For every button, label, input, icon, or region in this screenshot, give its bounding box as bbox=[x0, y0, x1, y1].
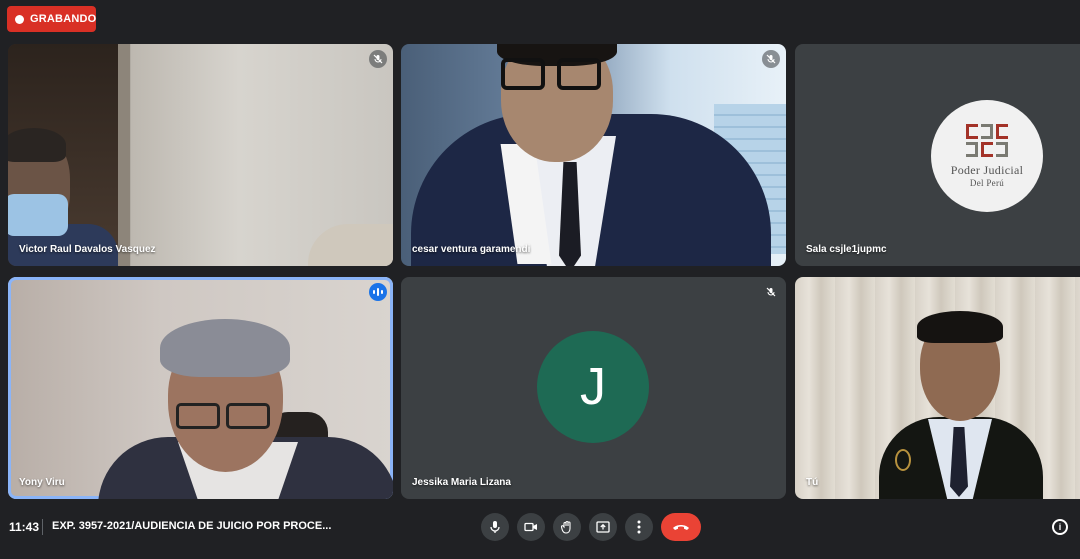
speaking-indicator-icon bbox=[369, 283, 387, 301]
end-call-button[interactable] bbox=[661, 513, 701, 541]
camera-button[interactable] bbox=[517, 513, 545, 541]
logo-line-2: Del Perú bbox=[969, 178, 1005, 188]
muted-mic-icon bbox=[762, 283, 780, 301]
recording-label: GRABANDO bbox=[30, 13, 97, 25]
more-options-button[interactable] bbox=[625, 513, 653, 541]
muted-mic-icon bbox=[369, 50, 387, 68]
participant-tile-sala[interactable]: Poder Judicial Del Perú Sala csjle1jupmc bbox=[795, 44, 1080, 266]
microphone-icon bbox=[490, 521, 500, 533]
participant-tile-cesar[interactable]: cesar ventura garamendi bbox=[401, 44, 786, 266]
avatar: J bbox=[537, 331, 649, 443]
divider bbox=[42, 519, 43, 535]
end-call-icon bbox=[673, 525, 689, 530]
present-screen-button[interactable] bbox=[589, 513, 617, 541]
participant-name: Jessika Maria Lizana bbox=[412, 477, 511, 488]
poder-judicial-logo: Poder Judicial Del Perú bbox=[931, 100, 1043, 212]
present-screen-icon bbox=[596, 521, 610, 533]
participant-tile-jessika[interactable]: J Jessika Maria Lizana bbox=[401, 277, 786, 499]
more-options-icon bbox=[637, 520, 641, 534]
participant-name: Yony Viru bbox=[19, 477, 65, 488]
participant-name: Sala csjle1jupmc bbox=[806, 244, 887, 255]
logo-line-1: Poder Judicial bbox=[950, 163, 1024, 177]
raise-hand-button[interactable] bbox=[553, 513, 581, 541]
clock: 11:43 bbox=[9, 520, 40, 534]
recording-dot-icon bbox=[15, 14, 24, 24]
recording-badge: GRABANDO bbox=[7, 6, 96, 32]
meeting-info-button[interactable]: i bbox=[1052, 519, 1068, 535]
meeting-title[interactable]: EXP. 3957-2021/AUDIENCIA DE JUICIO POR P… bbox=[52, 520, 342, 532]
raise-hand-icon bbox=[561, 520, 571, 534]
camera-icon bbox=[524, 522, 537, 532]
participant-name: Victor Raul Davalos Vasquez bbox=[19, 244, 156, 255]
microphone-button[interactable] bbox=[481, 513, 509, 541]
emblem-icon bbox=[895, 449, 911, 471]
participant-tile-yony[interactable]: Yony Viru bbox=[8, 277, 393, 499]
participant-tile-victor[interactable]: Victor Raul Davalos Vasquez bbox=[8, 44, 393, 266]
poder-judicial-mark-icon bbox=[966, 124, 1008, 157]
meeting-controls-bar: 11:43 EXP. 3957-2021/AUDIENCIA DE JUICIO… bbox=[0, 507, 1080, 559]
info-icon: i bbox=[1058, 522, 1062, 532]
participant-name: cesar ventura garamendi bbox=[412, 244, 531, 255]
muted-mic-icon bbox=[762, 50, 780, 68]
participant-name: Tú bbox=[806, 477, 819, 488]
participant-tile-self[interactable]: Tú bbox=[795, 277, 1080, 499]
